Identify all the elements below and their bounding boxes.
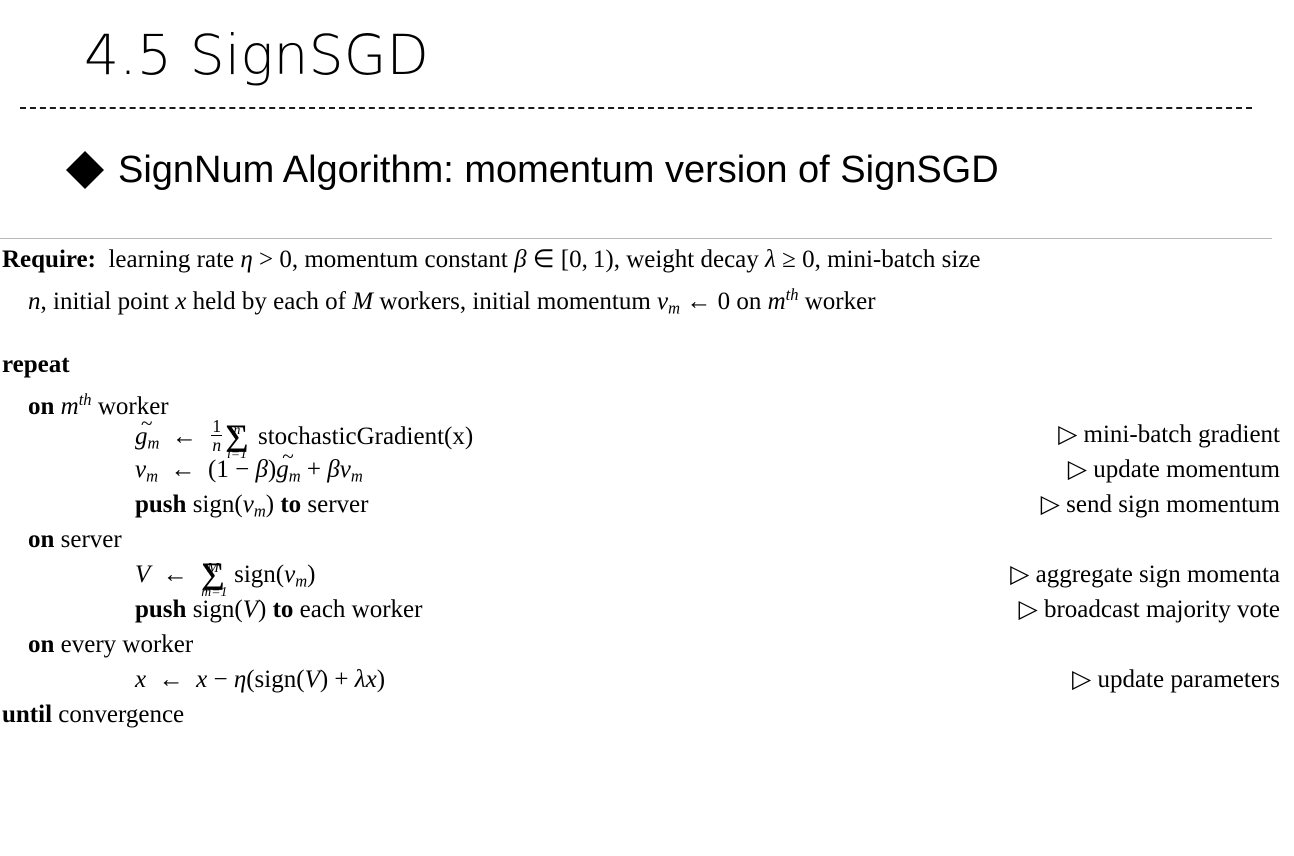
- push-sign-V-code: push sign(V) to each worker: [135, 596, 423, 623]
- diamond-bullet-icon: [66, 132, 104, 189]
- algo-line-until: until convergence: [0, 697, 1294, 732]
- algo-line-momentum-update: vm ← (1 − β) ~ gm + βvm ▷ update momentum: [0, 444, 1294, 487]
- algo-line-repeat: repeat: [0, 347, 1294, 382]
- bullet-row: SignNum Algorithm: momentum version of S…: [66, 148, 999, 192]
- algo-line-push-sign-V: push sign(V) to each worker ▷ broadcast …: [0, 592, 1294, 627]
- algo-line-gradient: ~ gm ← 1 n n Σi=1 stochasticGradient(x) ▷ mi…: [0, 411, 1294, 461]
- algo-line-aggregate: V ← M Σm=1 sign(vm) ▷ aggregate sign mome…: [0, 556, 1294, 598]
- comment-aggregate-sign-momenta: ▷ aggregate sign momenta: [1010, 561, 1280, 588]
- comment-send-sign-momentum: ▷ send sign momentum: [1040, 491, 1280, 518]
- require-text-1: learning rate η > 0, momentum constant β…: [108, 246, 981, 273]
- title-divider: [20, 107, 1252, 109]
- algo-line-on-mth-worker: on mth worker: [0, 382, 1294, 420]
- comment-broadcast-majority-vote: ▷ broadcast majority vote: [1018, 596, 1280, 623]
- algo-line-on-every-worker: on every worker: [0, 627, 1294, 662]
- until-code: until convergence: [2, 697, 184, 732]
- comment-update-momentum: ▷ update momentum: [1067, 456, 1280, 483]
- until-keyword: until: [2, 701, 53, 728]
- algo-line-parameter-update: x ← x − η(sign(V) + λx) ▷ update paramet…: [0, 662, 1294, 697]
- repeat-keyword: repeat: [2, 351, 70, 378]
- on-server-code: on server: [28, 526, 122, 553]
- until-condition: convergence: [58, 701, 185, 728]
- on-every-worker-code: on every worker: [28, 631, 194, 658]
- comment-mini-batch-gradient: ▷ mini-batch gradient: [1058, 421, 1280, 448]
- require-line-2: n, initial point x held by each of M wor…: [28, 285, 876, 318]
- require-label: Require:: [2, 246, 96, 273]
- parameter-update-code: x ← x − η(sign(V) + λx): [135, 666, 386, 693]
- algo-line-on-server: on server: [0, 522, 1294, 557]
- bullet-text: SignNum Algorithm: momentum version of S…: [118, 149, 999, 191]
- page-title: 4.5 SignSGD: [84, 23, 430, 87]
- algorithm-top-divider: [0, 238, 1272, 239]
- comment-update-parameters: ▷ update parameters: [1071, 666, 1280, 693]
- algorithm-body: repeat on mth worker ~ gm ← 1 n n Σi=1 stoch…: [0, 347, 1294, 732]
- algo-line-push-sign-vm: push sign(vm) to server ▷ send sign mome…: [0, 487, 1294, 522]
- algorithm-require-block: Require: learning rate η > 0, momentum c…: [2, 242, 1287, 326]
- require-line-1: Require: learning rate η > 0, momentum c…: [2, 242, 1287, 277]
